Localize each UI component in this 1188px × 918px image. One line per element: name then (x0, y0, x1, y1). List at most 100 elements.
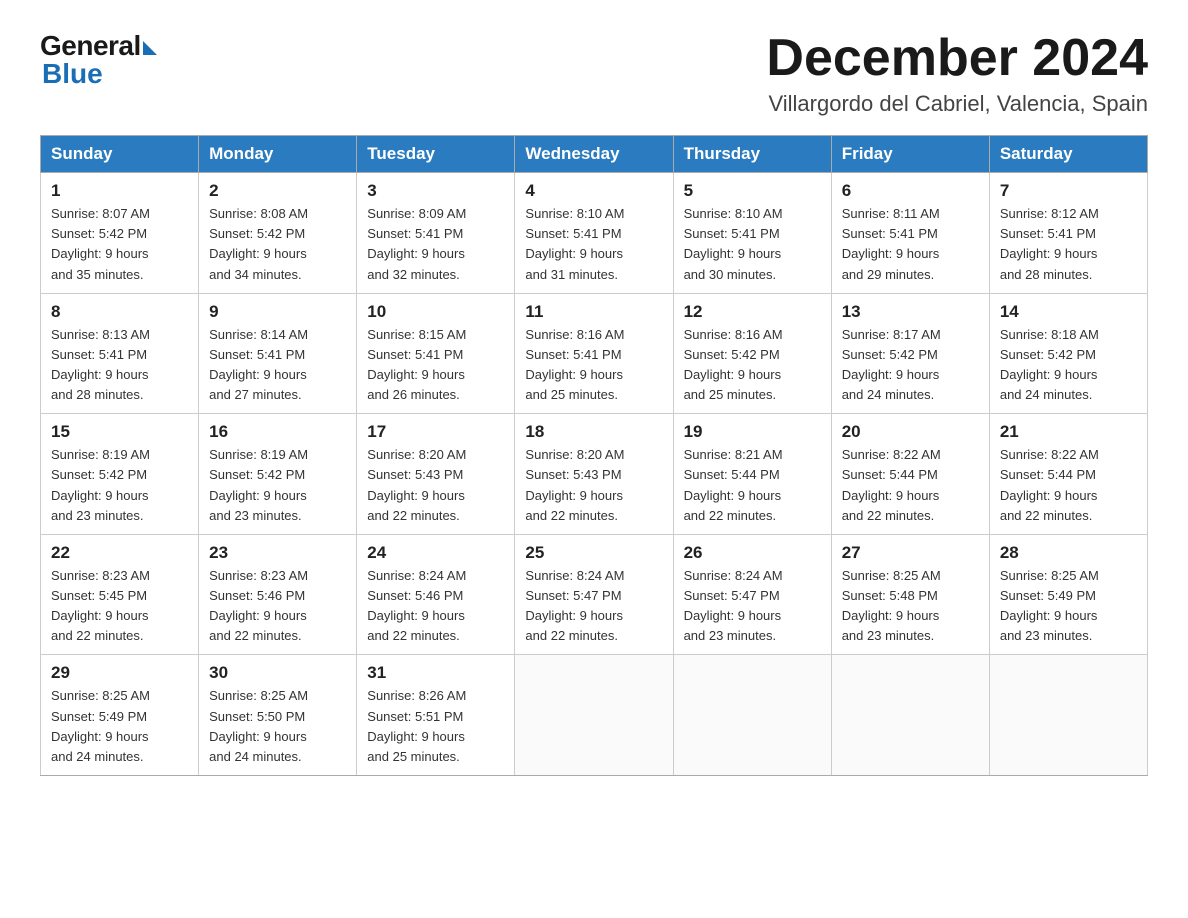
day-number: 23 (209, 543, 346, 563)
day-info: Sunrise: 8:13 AMSunset: 5:41 PMDaylight:… (51, 325, 188, 406)
day-info: Sunrise: 8:21 AMSunset: 5:44 PMDaylight:… (684, 445, 821, 526)
weekday-header-wednesday: Wednesday (515, 136, 673, 173)
page-header: General Blue December 2024 Villargordo d… (40, 30, 1148, 117)
calendar-cell: 25 Sunrise: 8:24 AMSunset: 5:47 PMDayligh… (515, 534, 673, 655)
calendar-cell: 18Sunrise: 8:20 AMSunset: 5:43 PMDayligh… (515, 414, 673, 535)
day-number: 30 (209, 663, 346, 683)
day-number: 15 (51, 422, 188, 442)
day-number: 12 (684, 302, 821, 322)
calendar-table: SundayMondayTuesdayWednesdayThursdayFrid… (40, 135, 1148, 776)
calendar-cell: 5 Sunrise: 8:10 AMSunset: 5:41 PMDaylight… (673, 173, 831, 294)
day-number: 9 (209, 302, 346, 322)
day-info: Sunrise: 8:25 AMSunset: 5:48 PMDaylight:… (842, 566, 979, 647)
calendar-week-row: 8Sunrise: 8:13 AMSunset: 5:41 PMDaylight… (41, 293, 1148, 414)
calendar-cell (989, 655, 1147, 776)
calendar-cell: 8Sunrise: 8:13 AMSunset: 5:41 PMDaylight… (41, 293, 199, 414)
day-info: Sunrise: 8:07 AMSunset: 5:42 PMDaylight:… (51, 204, 188, 285)
calendar-cell: 12 Sunrise: 8:16 AMSunset: 5:42 PMDayligh… (673, 293, 831, 414)
calendar-cell: 3 Sunrise: 8:09 AMSunset: 5:41 PMDaylight… (357, 173, 515, 294)
day-info: Sunrise: 8:24 AMSunset: 5:47 PMDaylight:… (684, 566, 821, 647)
weekday-header-sunday: Sunday (41, 136, 199, 173)
logo-triangle-icon (143, 41, 157, 55)
calendar-cell: 9 Sunrise: 8:14 AMSunset: 5:41 PMDaylight… (199, 293, 357, 414)
calendar-cell: 11 Sunrise: 8:16 AMSunset: 5:41 PMDayligh… (515, 293, 673, 414)
day-number: 17 (367, 422, 504, 442)
day-info: Sunrise: 8:10 AMSunset: 5:41 PMDaylight:… (684, 204, 821, 285)
day-number: 27 (842, 543, 979, 563)
day-info: Sunrise: 8:24 AMSunset: 5:46 PMDaylight:… (367, 566, 504, 647)
day-info: Sunrise: 8:25 AMSunset: 5:49 PMDaylight:… (51, 686, 188, 767)
day-number: 24 (367, 543, 504, 563)
calendar-cell: 7Sunrise: 8:12 AMSunset: 5:41 PMDaylight… (989, 173, 1147, 294)
weekday-header-saturday: Saturday (989, 136, 1147, 173)
day-info: Sunrise: 8:19 AMSunset: 5:42 PMDaylight:… (51, 445, 188, 526)
day-number: 21 (1000, 422, 1137, 442)
calendar-cell: 29 Sunrise: 8:25 AMSunset: 5:49 PMDayligh… (41, 655, 199, 776)
calendar-cell (831, 655, 989, 776)
day-number: 3 (367, 181, 504, 201)
day-info: Sunrise: 8:16 AMSunset: 5:41 PMDaylight:… (525, 325, 662, 406)
day-number: 22 (51, 543, 188, 563)
month-title: December 2024 (766, 30, 1148, 87)
calendar-week-row: 29 Sunrise: 8:25 AMSunset: 5:49 PMDayligh… (41, 655, 1148, 776)
day-info: Sunrise: 8:23 AMSunset: 5:46 PMDaylight:… (209, 566, 346, 647)
calendar-cell: 23 Sunrise: 8:23 AMSunset: 5:46 PMDayligh… (199, 534, 357, 655)
weekday-header-tuesday: Tuesday (357, 136, 515, 173)
day-info: Sunrise: 8:22 AMSunset: 5:44 PMDaylight:… (1000, 445, 1137, 526)
day-info: Sunrise: 8:09 AMSunset: 5:41 PMDaylight:… (367, 204, 504, 285)
day-info: Sunrise: 8:10 AMSunset: 5:41 PMDaylight:… (525, 204, 662, 285)
calendar-cell: 22 Sunrise: 8:23 AMSunset: 5:45 PMDayligh… (41, 534, 199, 655)
calendar-cell (515, 655, 673, 776)
calendar-cell: 10 Sunrise: 8:15 AMSunset: 5:41 PMDayligh… (357, 293, 515, 414)
calendar-cell: 28 Sunrise: 8:25 AMSunset: 5:49 PMDayligh… (989, 534, 1147, 655)
day-info: Sunrise: 8:14 AMSunset: 5:41 PMDaylight:… (209, 325, 346, 406)
title-area: December 2024 Villargordo del Cabriel, V… (766, 30, 1148, 117)
day-number: 5 (684, 181, 821, 201)
day-info: Sunrise: 8:22 AMSunset: 5:44 PMDaylight:… (842, 445, 979, 526)
day-number: 28 (1000, 543, 1137, 563)
day-info: Sunrise: 8:25 AMSunset: 5:50 PMDaylight:… (209, 686, 346, 767)
calendar-week-row: 1 Sunrise: 8:07 AMSunset: 5:42 PMDaylight… (41, 173, 1148, 294)
calendar-cell: 6 Sunrise: 8:11 AMSunset: 5:41 PMDaylight… (831, 173, 989, 294)
day-number: 18 (525, 422, 662, 442)
day-number: 6 (842, 181, 979, 201)
day-info: Sunrise: 8:24 AMSunset: 5:47 PMDaylight:… (525, 566, 662, 647)
day-number: 29 (51, 663, 188, 683)
calendar-week-row: 15 Sunrise: 8:19 AMSunset: 5:42 PMDayligh… (41, 414, 1148, 535)
day-number: 11 (525, 302, 662, 322)
day-info: Sunrise: 8:18 AMSunset: 5:42 PMDaylight:… (1000, 325, 1137, 406)
calendar-cell: 31Sunrise: 8:26 AMSunset: 5:51 PMDayligh… (357, 655, 515, 776)
calendar-cell: 21 Sunrise: 8:22 AMSunset: 5:44 PMDayligh… (989, 414, 1147, 535)
calendar-week-row: 22 Sunrise: 8:23 AMSunset: 5:45 PMDayligh… (41, 534, 1148, 655)
day-number: 20 (842, 422, 979, 442)
day-info: Sunrise: 8:12 AMSunset: 5:41 PMDaylight:… (1000, 204, 1137, 285)
calendar-cell: 24 Sunrise: 8:24 AMSunset: 5:46 PMDayligh… (357, 534, 515, 655)
calendar-cell: 16Sunrise: 8:19 AMSunset: 5:42 PMDayligh… (199, 414, 357, 535)
weekday-header-thursday: Thursday (673, 136, 831, 173)
day-number: 1 (51, 181, 188, 201)
day-info: Sunrise: 8:15 AMSunset: 5:41 PMDaylight:… (367, 325, 504, 406)
day-info: Sunrise: 8:25 AMSunset: 5:49 PMDaylight:… (1000, 566, 1137, 647)
calendar-cell: 19Sunrise: 8:21 AMSunset: 5:44 PMDayligh… (673, 414, 831, 535)
day-number: 10 (367, 302, 504, 322)
day-number: 25 (525, 543, 662, 563)
day-info: Sunrise: 8:11 AMSunset: 5:41 PMDaylight:… (842, 204, 979, 285)
calendar-cell (673, 655, 831, 776)
day-info: Sunrise: 8:23 AMSunset: 5:45 PMDaylight:… (51, 566, 188, 647)
day-info: Sunrise: 8:16 AMSunset: 5:42 PMDaylight:… (684, 325, 821, 406)
logo-blue-text: Blue (40, 58, 103, 90)
calendar-cell: 27 Sunrise: 8:25 AMSunset: 5:48 PMDayligh… (831, 534, 989, 655)
calendar-cell: 30 Sunrise: 8:25 AMSunset: 5:50 PMDayligh… (199, 655, 357, 776)
day-info: Sunrise: 8:26 AMSunset: 5:51 PMDaylight:… (367, 686, 504, 767)
day-number: 26 (684, 543, 821, 563)
calendar-cell: 26 Sunrise: 8:24 AMSunset: 5:47 PMDayligh… (673, 534, 831, 655)
location-subtitle: Villargordo del Cabriel, Valencia, Spain (766, 91, 1148, 117)
calendar-cell: 15 Sunrise: 8:19 AMSunset: 5:42 PMDayligh… (41, 414, 199, 535)
calendar-cell: 20 Sunrise: 8:22 AMSunset: 5:44 PMDayligh… (831, 414, 989, 535)
day-info: Sunrise: 8:19 AMSunset: 5:42 PMDaylight:… (209, 445, 346, 526)
day-number: 14 (1000, 302, 1137, 322)
weekday-header-friday: Friday (831, 136, 989, 173)
calendar-cell: 17Sunrise: 8:20 AMSunset: 5:43 PMDayligh… (357, 414, 515, 535)
calendar-header-row: SundayMondayTuesdayWednesdayThursdayFrid… (41, 136, 1148, 173)
day-number: 13 (842, 302, 979, 322)
